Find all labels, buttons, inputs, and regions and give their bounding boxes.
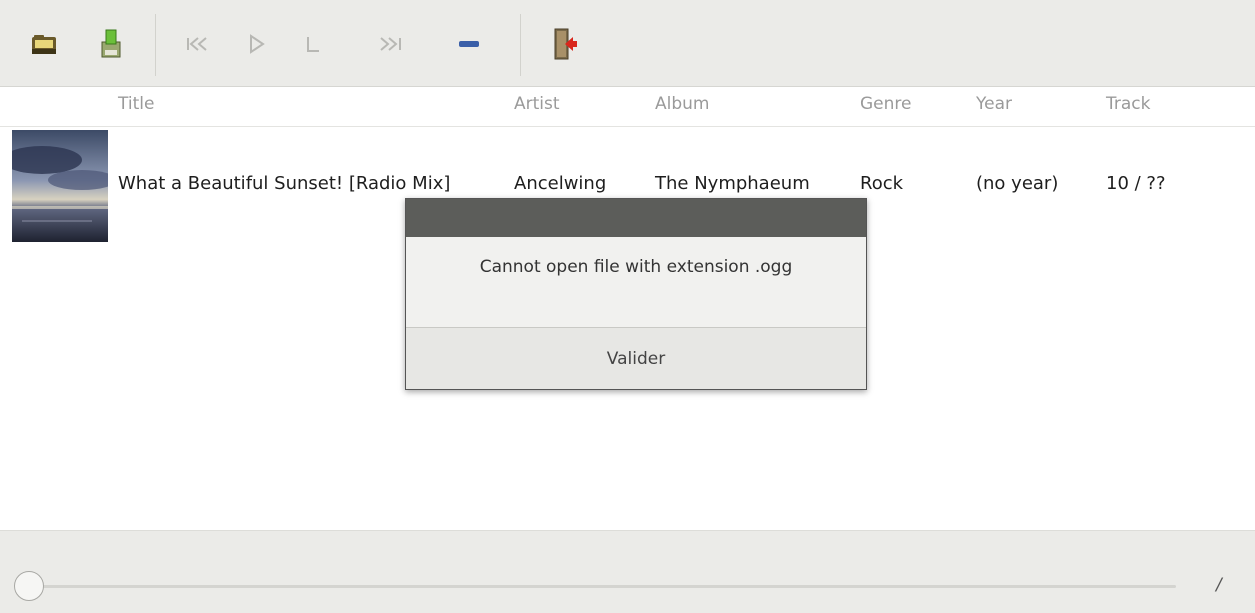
row-year: (no year) bbox=[976, 173, 1059, 194]
stop-icon bbox=[304, 34, 322, 54]
column-year[interactable]: Year bbox=[976, 94, 1012, 114]
save-button[interactable] bbox=[94, 26, 128, 62]
row-title: What a Beautiful Sunset! [Radio Mix] bbox=[118, 173, 451, 194]
remove-icon bbox=[457, 38, 481, 50]
column-genre[interactable]: Genre bbox=[860, 94, 911, 114]
play-button[interactable] bbox=[240, 26, 274, 62]
stop-button[interactable] bbox=[296, 26, 330, 62]
save-icon bbox=[99, 28, 123, 60]
previous-icon bbox=[182, 34, 212, 54]
next-icon bbox=[375, 34, 405, 54]
time-display: / bbox=[1216, 575, 1222, 595]
toolbar-separator bbox=[155, 14, 156, 76]
row-genre: Rock bbox=[860, 173, 904, 194]
column-artist[interactable]: Artist bbox=[514, 94, 560, 114]
row-album: The Nymphaeum bbox=[655, 173, 810, 194]
validate-button[interactable]: Valider bbox=[406, 328, 866, 389]
column-track[interactable]: Track bbox=[1106, 94, 1150, 114]
dialog-message: Cannot open file with extension .ogg bbox=[479, 257, 793, 277]
seek-handle[interactable] bbox=[14, 571, 44, 601]
toolbar-separator bbox=[520, 14, 521, 76]
row-artist: Ancelwing bbox=[514, 173, 607, 194]
player-footer: / bbox=[0, 530, 1255, 613]
open-folder-button[interactable] bbox=[27, 26, 61, 62]
error-dialog: Cannot open file with extension .ogg Val… bbox=[405, 198, 867, 390]
column-header: Title Artist Album Genre Year Track bbox=[0, 87, 1255, 127]
previous-button[interactable] bbox=[180, 26, 214, 62]
folder-icon bbox=[30, 32, 58, 56]
row-track: 10 / ?? bbox=[1106, 173, 1166, 194]
seek-bar[interactable] bbox=[26, 585, 1176, 588]
quit-icon bbox=[552, 27, 578, 61]
column-title[interactable]: Title bbox=[118, 94, 154, 114]
column-album[interactable]: Album bbox=[655, 94, 709, 114]
quit-button[interactable] bbox=[548, 26, 582, 62]
next-button[interactable] bbox=[373, 26, 407, 62]
play-icon bbox=[247, 33, 267, 55]
remove-button[interactable] bbox=[452, 26, 486, 62]
toolbar bbox=[0, 0, 1255, 87]
dialog-title-bar[interactable] bbox=[406, 199, 866, 237]
album-art bbox=[12, 130, 108, 242]
